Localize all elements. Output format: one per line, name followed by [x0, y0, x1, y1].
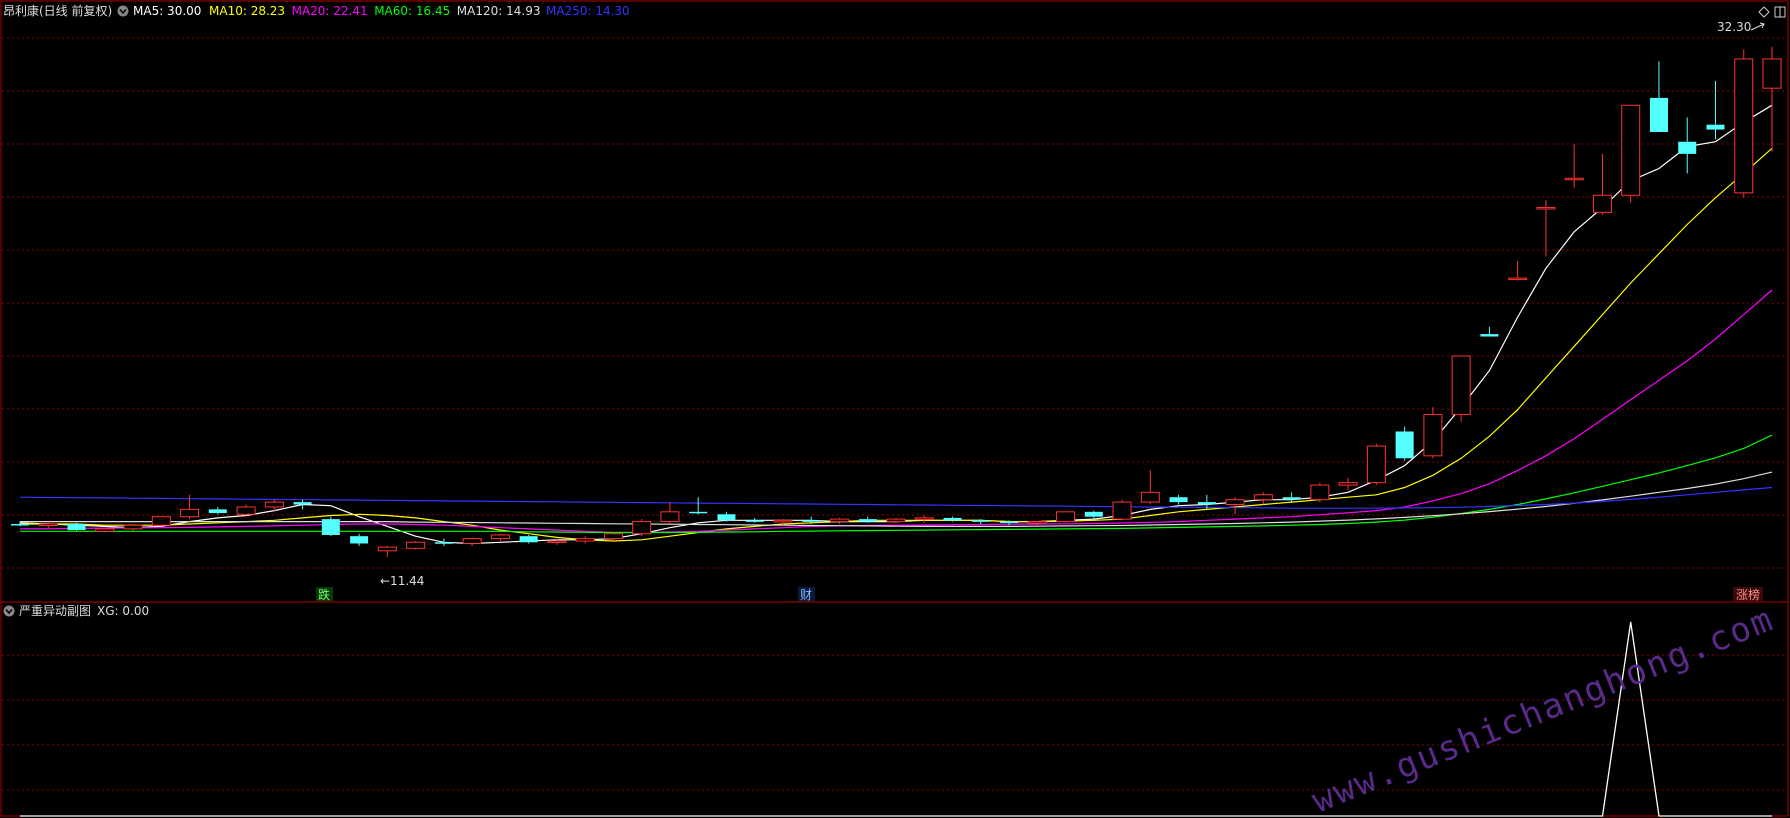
indicator-label: MA20: 22.41 [292, 4, 368, 18]
indicator-label: MA5: 30.00 [133, 4, 201, 18]
candle[interactable] [1395, 426, 1414, 461]
sub-toggle-icon[interactable] [3, 605, 15, 617]
candle[interactable] [632, 519, 652, 537]
svg-text:财: 财 [800, 588, 812, 602]
svg-text:跌: 跌 [318, 587, 330, 602]
indicator-toggle-icon[interactable] [117, 5, 129, 17]
candle[interactable] [1423, 407, 1443, 459]
indicator-label: MA120: 14.93 [457, 4, 541, 18]
candle[interactable] [151, 516, 171, 527]
event-marker-fall[interactable]: 跌 [316, 587, 333, 602]
candle[interactable] [406, 541, 426, 550]
candle[interactable] [1112, 499, 1132, 521]
candle[interactable] [519, 534, 538, 544]
indicator-label: MA10: 28.23 [209, 4, 285, 18]
low-price-label: ←11.44 [380, 574, 424, 588]
sub-panel-value: XG: 0.00 [97, 604, 149, 618]
candle[interactable] [1056, 511, 1076, 523]
candle[interactable] [1310, 482, 1330, 503]
candle[interactable] [321, 516, 340, 537]
sub-panel-title: 严重异动副图 [19, 604, 91, 618]
stock-title: 昂利康(日线 前复权) [3, 3, 112, 18]
svg-text:涨榜: 涨榜 [1736, 587, 1760, 602]
candle[interactable] [1451, 355, 1471, 422]
event-marker-top-list[interactable]: 涨榜 [1733, 587, 1763, 602]
indicator-label: MA250: 14.30 [546, 4, 630, 18]
candle[interactable] [67, 522, 86, 532]
high-price-label: 32.30 [1717, 20, 1751, 34]
stock-chart-window: 昂利康(日线 前复权) MA5: 30.00 MA10: 28.23 MA20: 2… [0, 0, 1789, 818]
candle[interactable] [1366, 443, 1386, 486]
candle[interactable] [95, 527, 115, 533]
candle[interactable] [1621, 104, 1641, 203]
candle[interactable] [886, 517, 906, 523]
candle[interactable] [1734, 49, 1754, 198]
event-marker-finance[interactable]: 财 [798, 587, 815, 602]
indicator-label: MA60: 16.45 [374, 4, 450, 18]
